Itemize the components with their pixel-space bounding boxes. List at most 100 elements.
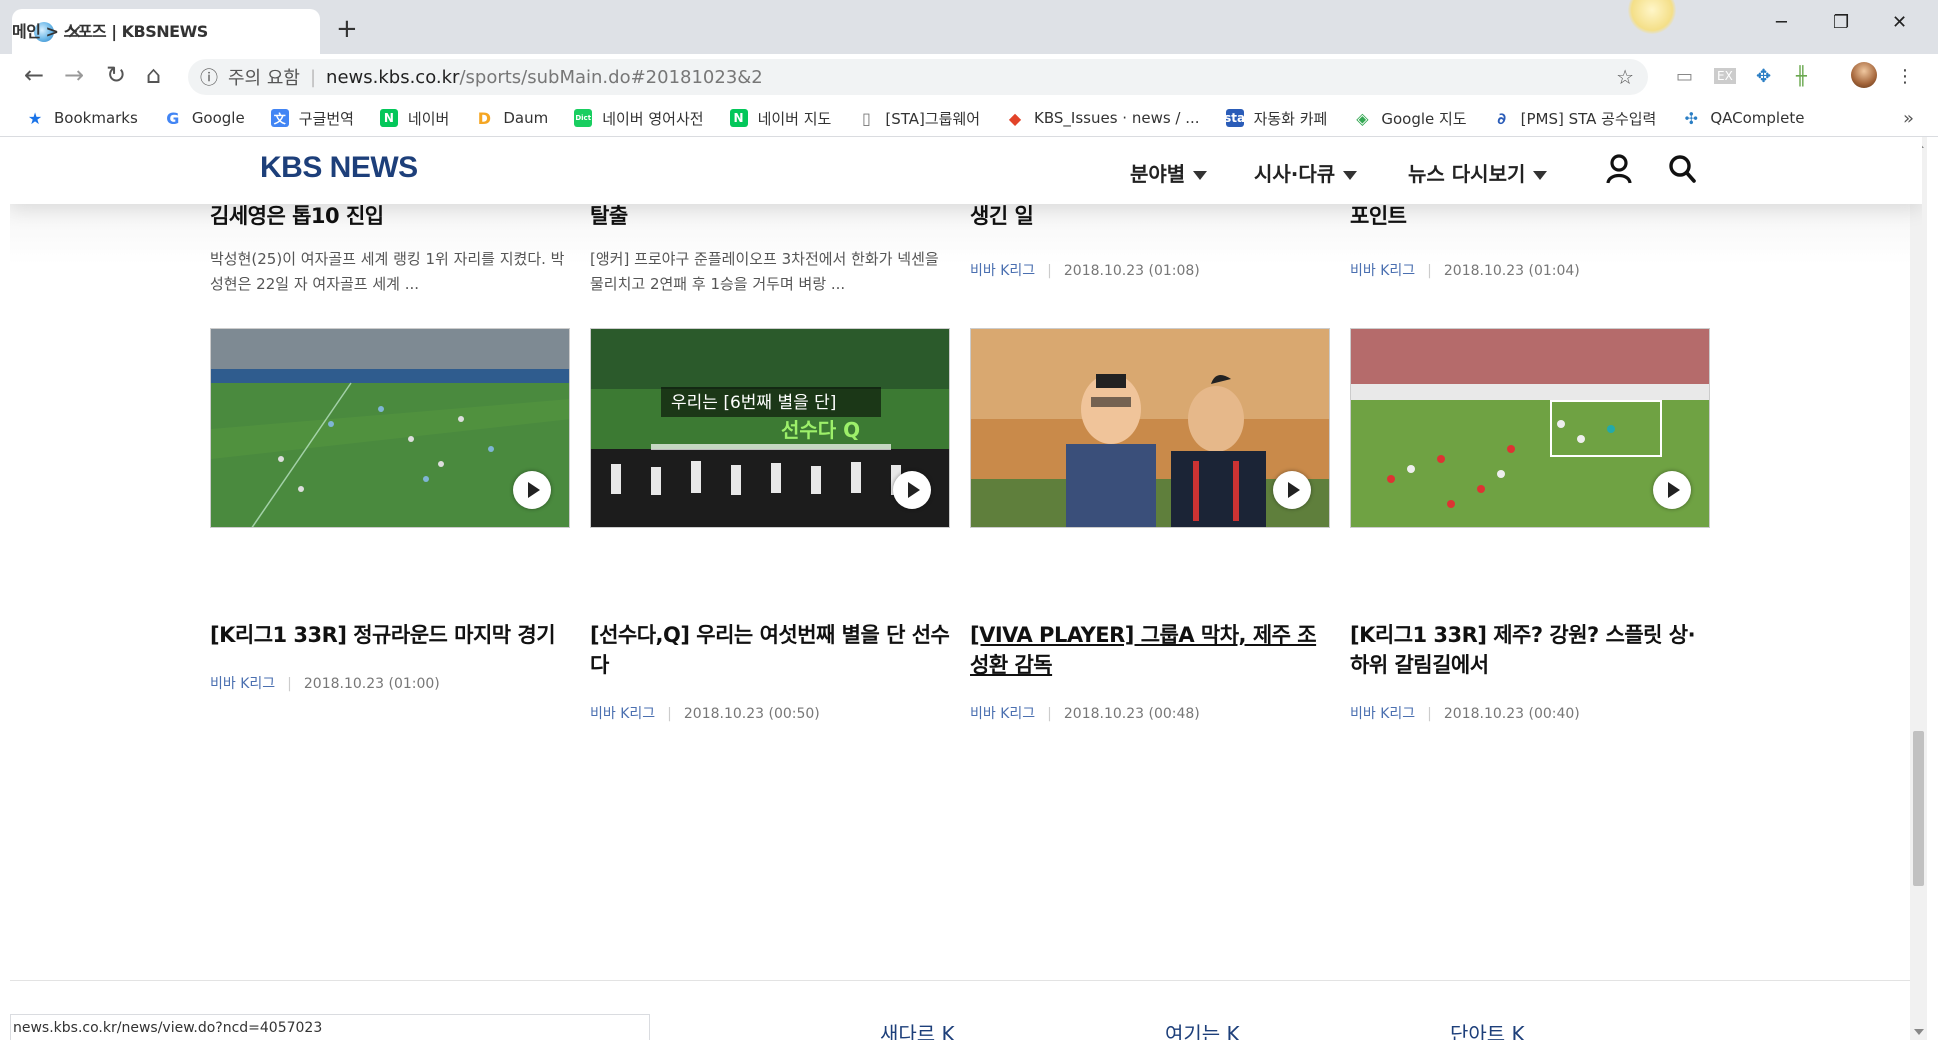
user-icon[interactable] [1606, 154, 1632, 191]
profile-avatar[interactable] [1851, 62, 1877, 88]
browser-tab-active[interactable]: 메인 > 스포즈 | KBSNEWS ✕ [12, 9, 320, 54]
info-circle-icon[interactable]: ⓘ [200, 64, 218, 90]
footer-link-1[interactable]: 새다르 K [880, 1018, 955, 1040]
extension-icon[interactable]: ▭ [1676, 66, 1693, 87]
scroll-down-icon[interactable] [1914, 1029, 1924, 1035]
video-title[interactable]: [선수다,Q] 우리는 여섯번째 별을 단 선수다 [590, 620, 950, 680]
bookmark-item[interactable]: 文 구글번역 [270, 108, 354, 129]
menu-kebab-icon[interactable]: ⋮ [1896, 66, 1914, 87]
arrow-right-icon[interactable]: → [64, 61, 84, 89]
bookmark-item[interactable]: N 네이버 [379, 108, 449, 129]
bookmark-star-icon[interactable]: ☆ [1616, 65, 1634, 89]
article-summary[interactable]: [앵커] 프로야구 준플레이오프 3차전에서 한화가 넥센을 물리치고 2연패 … [590, 247, 950, 297]
pms-icon: ∂ [1497, 108, 1506, 128]
theme-decoration [1628, 0, 1676, 34]
video-thumbnail[interactable] [970, 328, 1330, 528]
bookmark-item[interactable]: ✣ QAComplete [1682, 109, 1805, 128]
bookmark-label: 자동화 카페 [1253, 109, 1328, 128]
meta-divider: | [1047, 706, 1052, 722]
bookmark-item[interactable]: N 네이버 지도 [729, 108, 831, 129]
article-category[interactable]: 비바 K리그 [970, 263, 1035, 279]
bookmark-label: Google [191, 109, 245, 127]
extension-ladder-icon[interactable]: ╫ [1796, 66, 1807, 87]
video-thumbnail[interactable] [1350, 328, 1710, 528]
nav-replay-label: 뉴스 다시보기 [1408, 162, 1526, 186]
article-title[interactable]: 김세영은 톱10 진입 [210, 201, 384, 231]
scrollbar-thumb[interactable] [1913, 731, 1924, 886]
bookmark-item[interactable]: ∂ [PMS] STA 공수입력 [1493, 108, 1656, 129]
bookmark-item[interactable]: ▯ [STA]그룹웨어 [857, 108, 980, 129]
dict-icon: Dict [574, 109, 593, 127]
home-icon[interactable]: ⌂ [146, 61, 161, 89]
reload-icon[interactable]: ↻ [106, 61, 126, 89]
bookmark-item[interactable]: D Daum [475, 108, 549, 128]
arrow-left-icon[interactable]: ← [24, 61, 44, 89]
article-title[interactable]: 탈출 [590, 201, 628, 231]
video-meta: 비바 K리그 | 2018.10.23 (00:48) [970, 703, 1200, 723]
google-icon: G [166, 108, 180, 128]
video-meta: 비바 K리그 | 2018.10.23 (00:50) [590, 703, 820, 723]
footer-link-3[interactable]: 단아트 K [1450, 1018, 1525, 1040]
meta-divider: | [1427, 706, 1432, 722]
video-category[interactable]: 비바 K리그 [590, 706, 655, 722]
article-meta: 비바 K리그 | 2018.10.23 (01:04) [1350, 260, 1580, 280]
minimize-button[interactable]: ─ [1776, 12, 1787, 33]
bookmark-item[interactable]: sta 자동화 카페 [1224, 108, 1328, 129]
bookmark-label: 네이버 영어사전 [602, 109, 704, 128]
nav-replay[interactable]: 뉴스 다시보기 [1408, 158, 1548, 187]
daum-icon: D [477, 108, 491, 128]
bookmark-item[interactable]: ◆ KBS_Issues · news / ... [1006, 108, 1200, 128]
video-thumbnail[interactable] [210, 328, 570, 528]
footer-link-2[interactable]: 여기는 K [1165, 1018, 1240, 1040]
footer-divider [10, 980, 1922, 981]
video-title[interactable]: [K리그1 33R] 제주? 강원? 스플릿 상·하위 갈림길에서 [1350, 620, 1710, 680]
page-scrollbar[interactable] [1910, 137, 1927, 1040]
search-icon[interactable] [1668, 154, 1696, 191]
site-header: KBS NEWS 분야별 시사·다큐 뉴스 다시보기 [10, 137, 1922, 204]
play-icon[interactable] [893, 471, 931, 509]
play-icon[interactable] [1653, 471, 1691, 509]
meta-divider: | [667, 706, 672, 722]
caret-down-icon [1193, 171, 1208, 180]
video-category[interactable]: 비바 K리그 [970, 706, 1035, 722]
video-title[interactable]: [VIVA PLAYER] 그룹A 막차, 제주 조성환 감독 [970, 620, 1330, 680]
video-category[interactable]: 비바 K리그 [210, 676, 275, 692]
nav-category-label: 분야별 [1130, 162, 1186, 186]
thumb-overlay-text-2: 선수다 Q [781, 418, 860, 442]
page-viewport: KBS NEWS 분야별 시사·다큐 뉴스 다시보기 김세영은 톱10 진입박성… [10, 137, 1922, 1040]
url-path: /sports/subMain.do#20181023&2 [459, 66, 763, 88]
new-tab-button[interactable]: + [336, 14, 358, 44]
security-label: 주의 요함 [228, 68, 300, 89]
bookmark-label: [STA]그룹웨어 [885, 109, 981, 128]
url-separator: | [309, 66, 317, 88]
site-logo[interactable]: KBS NEWS [260, 151, 418, 185]
article-summary[interactable]: 박성현(25)이 여자골프 세계 랭킹 1위 자리를 지켰다. 박성현은 22일… [210, 247, 570, 297]
restore-button[interactable]: ❐ [1833, 12, 1849, 33]
bookmark-item[interactable]: ◈ Google 지도 [1353, 108, 1466, 129]
extension-arrows-icon[interactable]: ✥ [1756, 66, 1771, 87]
article-meta: 비바 K리그 | 2018.10.23 (01:08) [970, 260, 1200, 280]
bookmark-item[interactable]: G Google [164, 108, 245, 128]
naver-icon: N [729, 109, 748, 127]
nav-current-affairs[interactable]: 시사·다큐 [1254, 158, 1358, 187]
translate-icon: 文 [270, 109, 289, 127]
article-title[interactable]: 포인트 [1350, 201, 1407, 231]
video-thumbnail[interactable]: 우리는 [6번째 별을 단] 선수다 Q [590, 328, 950, 528]
bookmarks-overflow-icon[interactable]: » [1903, 108, 1914, 129]
article-title[interactable]: 생긴 일 [970, 201, 1034, 231]
video-time: 2018.10.23 (00:50) [683, 706, 820, 722]
url-host: news.kbs.co.kr [326, 66, 460, 88]
nav-category[interactable]: 분야별 [1130, 158, 1208, 187]
gitlab-icon: ◆ [1008, 108, 1022, 128]
bookmark-item[interactable]: ★ Bookmarks [26, 109, 138, 128]
address-bar[interactable]: ⓘ 주의 요함 | news.kbs.co.kr /sports/subMain… [188, 59, 1648, 95]
video-category[interactable]: 비바 K리그 [1350, 706, 1415, 722]
play-icon[interactable] [1273, 471, 1311, 509]
bookmark-item[interactable]: Dict 네이버 영어사전 [574, 108, 704, 129]
extension-ex-icon[interactable]: EX [1714, 68, 1736, 84]
window-close-button[interactable]: ✕ [1892, 12, 1907, 33]
article-category[interactable]: 비바 K리그 [1350, 263, 1415, 279]
caret-down-icon [1533, 171, 1548, 180]
video-title[interactable]: [K리그1 33R] 정규라운드 마지막 경기 [210, 620, 570, 650]
play-icon[interactable] [513, 471, 551, 509]
